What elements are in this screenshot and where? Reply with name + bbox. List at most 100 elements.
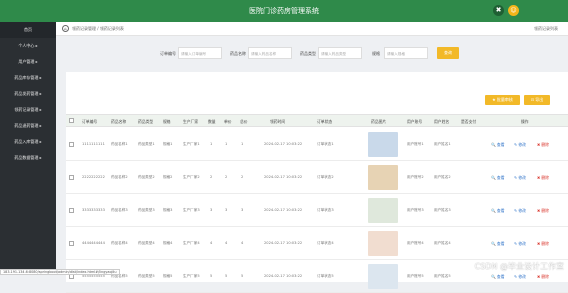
row-checkbox[interactable] <box>69 241 74 246</box>
delete-button[interactable]: ✖ 删除 <box>537 208 549 214</box>
table-cell: 用户姓名4 <box>434 241 451 245</box>
watermark: CSDN @毕业设计工作室 <box>474 262 564 271</box>
col-unit-price: 单价 <box>224 119 232 124</box>
table-cell: 药品类型2 <box>138 175 155 179</box>
table-row: 1111111111 药品名称1 药品类型1 规格1 生产厂家1 1 1 1 2024-02-1… <box>66 128 568 161</box>
drug-type-input[interactable]: 请输入药品类型 <box>318 47 362 59</box>
table-cell: 2 <box>225 175 228 179</box>
table-cell: 3 <box>225 208 228 212</box>
row-checkbox[interactable] <box>69 142 74 147</box>
sidebar-item-dispense[interactable]: 药品发药管理 ▸ <box>0 86 56 102</box>
view-button[interactable]: 🔍 查看 <box>491 175 505 181</box>
table-cell: 订单状态4 <box>317 241 334 245</box>
export-button[interactable]: ⊡ 导出 <box>524 95 550 105</box>
batch-approve-button[interactable]: ★ 批量审核 <box>485 95 520 105</box>
table-cell: 规格4 <box>163 241 173 245</box>
drug-name-input[interactable]: 请输入药品名称 <box>248 47 292 59</box>
table-cell: 用户账号2 <box>407 175 424 179</box>
drug-image <box>368 231 398 256</box>
table-cell: 2024-02-17 10:03:22 <box>264 208 303 212</box>
table-cell: 规格1 <box>163 142 173 146</box>
table-cell: 生产厂家3 <box>183 208 200 212</box>
table-cell: 规格2 <box>163 175 173 179</box>
drug-image <box>368 132 398 157</box>
table-row: 3333333333 药品名称3 药品类型3 规格3 生产厂家3 3 3 3 2024-02-1… <box>66 194 568 227</box>
table-cell: 1111111111 <box>82 142 105 146</box>
table-cell: 1 <box>225 142 228 146</box>
delete-button[interactable]: ✖ 删除 <box>537 241 549 247</box>
order-no-input[interactable]: 请输入订单编号 <box>178 47 222 59</box>
home-icon[interactable]: ⌂ <box>62 25 69 32</box>
view-button[interactable]: 🔍 查看 <box>491 142 505 148</box>
table-cell: 用户姓名3 <box>434 208 451 212</box>
drug-image <box>368 264 398 289</box>
sidebar-item-pickup-records[interactable]: 领药记录管理 ▸ <box>0 102 56 118</box>
sidebar-item-home[interactable]: 首页 <box>0 22 56 38</box>
col-drug-image: 药品图片 <box>371 119 387 124</box>
sidebar-item-users[interactable]: 用户管理 ▸ <box>0 54 56 70</box>
table-cell: 药品名称4 <box>111 241 128 245</box>
delete-button[interactable]: ✖ 删除 <box>537 175 549 181</box>
table-cell: 1 <box>241 142 244 146</box>
row-checkbox[interactable] <box>69 208 74 213</box>
sidebar-item-drug-data[interactable]: 药品数据管理 ▸ <box>0 150 56 166</box>
page-title: 领药记录列表 <box>534 26 558 31</box>
sidebar: 首页 个人中心 ▸ 用户管理 ▸ 药品库存管理 ▸ 药品发药管理 ▸ 领药记录管… <box>0 22 56 275</box>
view-button[interactable]: 🔍 查看 <box>491 208 505 214</box>
edit-button[interactable]: ✎ 修改 <box>514 175 526 181</box>
table-cell: 2222222222 <box>82 175 105 179</box>
delete-button[interactable]: ✖ 删除 <box>537 142 549 148</box>
table-cell: 生产厂家1 <box>183 142 200 146</box>
table-cell: 规格3 <box>163 208 173 212</box>
table-cell: 2 <box>210 175 213 179</box>
table-cell: 生产厂家4 <box>183 241 200 245</box>
user-icon[interactable]: ☺ <box>508 5 519 16</box>
table-cell: 3 <box>210 208 213 212</box>
drug-image <box>368 198 398 223</box>
drug-name-label: 药品名称 <box>230 51 246 56</box>
status-bar-url: 183.191.134.6:8080/springboot/admin/dist… <box>0 269 120 275</box>
sidebar-item-stock[interactable]: 药品库存管理 ▸ <box>0 70 56 86</box>
sidebar-item-personal[interactable]: 个人中心 ▸ <box>0 38 56 54</box>
table-row: 2222222222 药品名称2 药品类型2 规格2 生产厂家2 2 2 2 2024-02-1… <box>66 161 568 194</box>
order-no-label: 订单编号 <box>160 51 176 56</box>
sidebar-item-storage[interactable]: 药品入库管理 ▸ <box>0 134 56 150</box>
app-title: 医院门诊药房管理系统 <box>249 7 319 15</box>
close-icon[interactable]: ✖ <box>493 5 504 16</box>
table-cell: 用户账号3 <box>407 208 424 212</box>
col-pickup-time: 领药时间 <box>270 119 286 124</box>
table-cell: 药品名称3 <box>111 208 128 212</box>
table-cell: 用户账号1 <box>407 142 424 146</box>
table-cell: 用户账号4 <box>407 241 424 245</box>
table-cell: 药品名称2 <box>111 175 128 179</box>
table-cell: 用户姓名1 <box>434 142 451 146</box>
select-all-checkbox[interactable] <box>69 118 74 123</box>
table-cell: 药品类型3 <box>138 208 155 212</box>
table-cell: 2024-02-17 10:03:22 <box>264 175 303 179</box>
col-quantity: 数量 <box>208 119 216 124</box>
search-button[interactable]: 查询 <box>437 47 459 59</box>
sidebar-item-returns[interactable]: 药品退药管理 ▸ <box>0 118 56 134</box>
table-cell: 4 <box>225 241 228 245</box>
row-checkbox[interactable] <box>69 175 74 180</box>
edit-button[interactable]: ✎ 修改 <box>514 142 526 148</box>
table-cell: 用户姓名2 <box>434 175 451 179</box>
table-row: 4444444444 药品名称4 药品类型4 规格4 生产厂家4 4 4 4 2024-02-1… <box>66 227 568 260</box>
table-header: 订单编号 药品名称 药品类型 规格 生产厂家 数量 单价 总价 领药时间 订单状… <box>66 114 568 127</box>
table-cell: 订单状态1 <box>317 142 334 146</box>
table-cell: 2 <box>241 175 244 179</box>
edit-button[interactable]: ✎ 修改 <box>514 241 526 247</box>
col-total: 总价 <box>240 119 248 124</box>
table-cell: 4 <box>241 241 244 245</box>
main-content: ⌂ 领药记录管理 / 领药记录列表 领药记录列表 订单编号 请输入订单编号 药品… <box>56 22 568 293</box>
table-cell: 4 <box>210 241 213 245</box>
spec-input[interactable]: 请输入规格 <box>384 47 428 59</box>
table-cell: 订单状态2 <box>317 175 334 179</box>
table-cell: 药品类型4 <box>138 241 155 245</box>
view-button[interactable]: 🔍 查看 <box>491 241 505 247</box>
breadcrumb: ⌂ 领药记录管理 / 领药记录列表 领药记录列表 <box>56 22 568 36</box>
table-cell: 4444444444 <box>82 241 105 245</box>
edit-button[interactable]: ✎ 修改 <box>514 208 526 214</box>
col-manufacturer: 生产厂家 <box>183 119 199 124</box>
records-panel: ★ 批量审核 ⊡ 导出 订单编号 药品名称 药品类型 规格 生产厂家 数量 单价… <box>66 72 568 293</box>
